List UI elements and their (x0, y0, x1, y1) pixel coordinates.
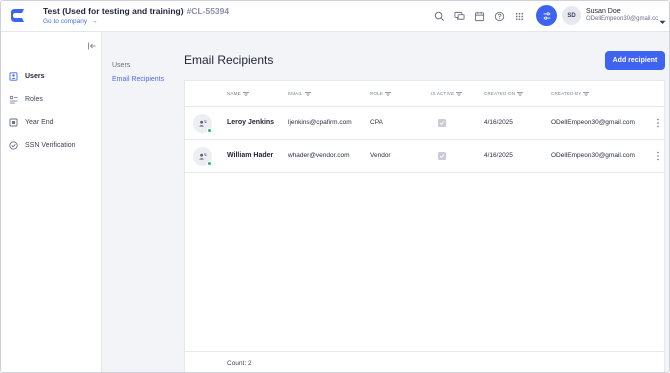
user-email: ODellEmpeon30@gmail.cc (586, 16, 659, 22)
row-created-on: 4/16/2025 (484, 119, 513, 126)
row-count: Count: 2 (227, 360, 252, 367)
company-code: #CL-55394 (186, 6, 230, 16)
column-header-created-by[interactable]: CREATED BY (551, 91, 590, 96)
column-header-label: EMAIL (288, 91, 303, 96)
year-end-icon (9, 118, 18, 127)
sidebar-item-label: Roles (25, 96, 43, 103)
sidebar-item-year-end[interactable]: Year End (1, 111, 101, 134)
company-name: Test (Used for testing and training) (43, 6, 184, 16)
row-email: whader@vendor.com (288, 152, 350, 159)
company-title: Test (Used for testing and training) #CL-… (43, 6, 229, 16)
filter-settings-button[interactable] (536, 5, 557, 26)
checkmark-icon (439, 121, 445, 126)
row-created-on: 4/16/2025 (484, 152, 513, 159)
subnav-item-email-recipients[interactable]: Email Recipients (112, 76, 164, 83)
sidebar-item-ssn-verification[interactable]: SSN Verification (1, 134, 101, 157)
online-status-dot (207, 161, 212, 166)
table-row[interactable]: Leroy Jenkins ljenkins@cpafirm.com CPA 4… (185, 107, 664, 140)
row-role: Vendor (370, 152, 391, 159)
sidebar-item-roles[interactable]: Roles (1, 88, 101, 111)
sidebar-item-users[interactable]: Users (1, 65, 101, 88)
collapse-sidebar-icon[interactable] (87, 38, 97, 50)
subnav-item-users[interactable]: Users (112, 62, 130, 69)
sidebar-nav: Users Roles Year End SSN Verification (1, 65, 101, 157)
add-recipient-button[interactable]: Add recipient (605, 51, 665, 70)
sidebar-item-label: SSN Verification (25, 142, 76, 149)
search-icon[interactable] (433, 10, 445, 22)
sidebar-item-label: Year End (25, 119, 54, 126)
column-header-email[interactable]: EMAIL (288, 91, 311, 96)
filter-icon (242, 91, 249, 96)
user-avatar-icon (193, 114, 212, 133)
more-options-icon[interactable] (655, 117, 661, 129)
is-active-checkbox[interactable] (438, 152, 446, 160)
row-name[interactable]: Leroy Jenkins (227, 119, 274, 126)
ssn-verification-icon (9, 141, 18, 150)
sidebar: Users Roles Year End SSN Verification (1, 32, 102, 372)
go-to-company-link[interactable]: Go to company → (43, 18, 98, 25)
apps-grid-icon[interactable] (513, 10, 525, 22)
chevron-down-icon[interactable] (659, 12, 666, 24)
user-name[interactable]: Susan Doe (586, 8, 621, 15)
user-avatar[interactable]: SD (562, 6, 581, 25)
help-icon[interactable] (493, 10, 505, 22)
table-row[interactable]: William Hader whader@vendor.com Vendor 4… (185, 140, 664, 173)
table-header: NAME EMAIL ROLE IS ACTIVE CREATED ON CRE… (185, 81, 664, 107)
app-window: Test (Used for testing and training) #CL-… (0, 0, 670, 373)
table-footer: Count: 2 (185, 351, 664, 372)
column-header-label: NAME (227, 91, 241, 96)
checkmark-icon (439, 154, 445, 159)
is-active-checkbox[interactable] (438, 119, 446, 127)
row-created-by: ODellEmpeon30@gmail.com (551, 152, 635, 159)
sub-nav: Users Email Recipients (102, 32, 177, 372)
main-content: Email Recipients Add recipient NAME EMAI… (177, 32, 669, 372)
page-title: Email Recipients (184, 53, 274, 67)
sidebar-item-label: Users (25, 73, 45, 80)
column-header-role[interactable]: ROLE (370, 91, 392, 96)
top-bar: Test (Used for testing and training) #CL-… (1, 1, 669, 32)
column-header-label: ROLE (370, 91, 384, 96)
filter-icon (304, 91, 311, 96)
filter-icon (385, 91, 392, 96)
company-logo-icon[interactable] (9, 7, 26, 24)
user-avatar-icon (193, 147, 212, 166)
column-header-label: IS ACTIVE (431, 91, 455, 96)
chat-icon[interactable] (453, 10, 465, 22)
go-to-company-label: Go to company (43, 18, 88, 25)
online-status-dot (207, 128, 212, 133)
users-icon (9, 72, 18, 81)
top-icon-bar (433, 10, 525, 22)
filter-settings-icon (543, 11, 550, 20)
filter-icon (456, 91, 463, 96)
column-header-is-active[interactable]: IS ACTIVE (431, 91, 463, 96)
more-options-icon[interactable] (655, 150, 661, 162)
column-header-created-on[interactable]: CREATED ON (484, 91, 524, 96)
filter-icon (517, 91, 524, 96)
row-created-by: ODellEmpeon30@gmail.com (551, 119, 635, 126)
column-header-label: CREATED BY (551, 91, 582, 96)
arrow-right-icon: → (91, 18, 98, 25)
row-role: CPA (370, 119, 383, 126)
roles-icon (9, 95, 18, 104)
column-header-label: CREATED ON (484, 91, 516, 96)
recipients-table: NAME EMAIL ROLE IS ACTIVE CREATED ON CRE… (184, 80, 665, 372)
column-header-name[interactable]: NAME (227, 91, 249, 96)
calendar-icon[interactable] (473, 10, 485, 22)
filter-icon (583, 91, 590, 96)
row-name[interactable]: William Hader (227, 152, 273, 159)
row-email: ljenkins@cpafirm.com (288, 119, 352, 126)
